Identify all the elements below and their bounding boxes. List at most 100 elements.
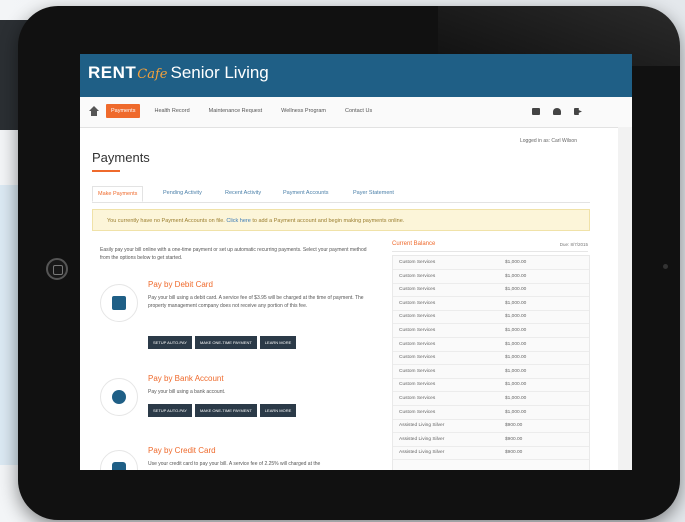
balance-row-label: Custom Services: [399, 273, 436, 279]
balance-row-amount: $1,000.00: [505, 260, 527, 265]
current-balance-panel: Current Balance Due: 8/7/2015 Custom Ser…: [392, 241, 590, 470]
balance-row-label: Custom Services: [399, 382, 436, 388]
payment-tabs: Make Payments Pending Activity Recent Ac…: [92, 186, 590, 203]
balance-row: Custom Services $1,000.00: [393, 406, 589, 420]
main-nav: Payments Health Record Maintenance Reque…: [80, 97, 632, 128]
intro-text: Easily pay your bill online with a one-t…: [100, 247, 367, 261]
balance-table: Custom Services $1,000.00 Custom Services $…: [392, 255, 590, 470]
balance-row-label: Assisted Living Silver: [399, 436, 445, 442]
balance-row-amount: $1,000.00: [505, 300, 527, 306]
balance-row-label: Custom Services: [399, 328, 436, 333]
logged-in-text: Logged in as: Carl Wilson: [520, 138, 577, 144]
logo-rent: RENT: [88, 63, 137, 82]
balance-row-amount: $1,000.00: [505, 409, 527, 415]
balance-row-label: Custom Services: [399, 355, 436, 361]
title-underline: [92, 170, 120, 172]
home-icon[interactable]: [89, 106, 99, 116]
make-one-time-payment-button[interactable]: MAKE ONE-TIME PAYMENT: [194, 404, 257, 417]
logo-subtitle: Senior Living: [170, 63, 269, 82]
tab-recent-activity[interactable]: Recent Activity: [220, 186, 266, 200]
balance-row-amount: $900.00: [505, 423, 523, 429]
page-title: Payments: [92, 150, 150, 165]
balance-row-label: Custom Services: [399, 368, 436, 374]
learn-more-button[interactable]: LEARN MORE: [259, 404, 297, 417]
user-icon[interactable]: [553, 108, 561, 115]
setup-auto-pay-button[interactable]: SETUP AUTO-PAY: [148, 404, 192, 417]
nav-item-contact-us[interactable]: Contact Us: [340, 104, 377, 118]
balance-row: Custom Services $1,000.00: [393, 365, 589, 379]
balance-due-date: Due: 8/7/2015: [559, 242, 588, 247]
balance-divider: [392, 251, 588, 252]
balance-row-amount: $1,000.00: [505, 328, 527, 333]
balance-row-label: Custom Services: [399, 260, 436, 265]
balance-row-amount: $1,000.00: [505, 287, 527, 293]
balance-row-label: Custom Services: [399, 314, 436, 320]
balance-row: Custom Services $1,000.00: [393, 283, 589, 298]
balance-row: Custom Services $1,000.00: [393, 338, 589, 352]
alert-text-after: to add a Payment account and begin makin…: [250, 218, 405, 224]
balance-row: Custom Services $1,000.00: [393, 378, 589, 393]
method-buttons: SETUP AUTO-PAY MAKE ONE-TIME PAYMENT LEA…: [148, 336, 297, 349]
balance-row: Custom Services $1,000.00: [393, 270, 589, 284]
camera-icon: [663, 264, 668, 269]
balance-row-amount: $1,000.00: [505, 382, 527, 388]
balance-row-label: Custom Services: [399, 396, 436, 401]
balance-row: Assisted Living Silver $900.00: [393, 419, 589, 434]
nav-items: Payments Health Record Maintenance Reque…: [106, 104, 377, 118]
balance-row: Assisted Living Silver $900.00: [393, 446, 589, 461]
nav-item-payments[interactable]: Payments: [106, 104, 141, 118]
tab-payment-accounts[interactable]: Payment Accounts: [278, 186, 334, 200]
alert-click-here-link[interactable]: Click here: [226, 218, 250, 224]
brand-logo[interactable]: RENTCafe Senior Living: [88, 63, 269, 83]
balance-row: Custom Services $1,000.00: [393, 297, 589, 311]
method-description: Pay your bill using a bank account.: [148, 389, 226, 395]
make-one-time-payment-button[interactable]: MAKE ONE-TIME PAYMENT: [194, 336, 257, 349]
balance-row-amount: $900.00: [505, 450, 523, 456]
sign-out-icon[interactable]: [574, 108, 582, 115]
method-title[interactable]: Pay by Bank Account: [148, 374, 224, 383]
home-button-icon[interactable]: [46, 258, 68, 280]
balance-row-amount: $900.00: [505, 436, 523, 442]
credit-card-icon-circle: [100, 450, 138, 470]
tab-make-payments[interactable]: Make Payments: [92, 186, 144, 202]
nav-item-maintenance-request[interactable]: Maintenance Request: [204, 104, 268, 118]
balance-row: Custom Services $1,000.00: [393, 310, 589, 325]
method-buttons: SETUP AUTO-PAY MAKE ONE-TIME PAYMENT LEA…: [148, 404, 297, 417]
debit-card-icon: [112, 296, 126, 310]
no-accounts-alert: You currently have no Payment Accounts o…: [92, 209, 590, 231]
balance-row-label: Custom Services: [399, 409, 436, 415]
tab-pending-activity[interactable]: Pending Activity: [158, 186, 207, 200]
balance-row: Custom Services $1,000.00: [393, 256, 589, 270]
right-scrollbar[interactable]: [618, 127, 632, 470]
folder-icon[interactable]: [532, 108, 540, 115]
credit-card-icon: [112, 462, 126, 470]
method-title[interactable]: Pay by Debit Card: [148, 280, 213, 289]
app-header: RENTCafe Senior Living: [80, 54, 632, 97]
balance-row-label: Custom Services: [399, 287, 436, 293]
bank-account-icon-circle: [100, 378, 138, 416]
tablet-screen: RENTCafe Senior Living Payments Health Re…: [80, 54, 632, 470]
balance-row-amount: $1,000.00: [505, 368, 527, 374]
balance-row-label: Custom Services: [399, 341, 436, 347]
balance-row-label: Custom Services: [399, 300, 436, 306]
balance-row-label: Assisted Living Silver: [399, 423, 445, 429]
learn-more-button[interactable]: LEARN MORE: [259, 336, 297, 349]
method-debit-card: Pay by Debit Card Pay your bill using a …: [100, 280, 390, 354]
nav-item-health-record[interactable]: Health Record: [149, 104, 194, 118]
bank-account-icon: [112, 390, 126, 404]
tab-payer-statement[interactable]: Payer Statement: [348, 186, 399, 200]
setup-auto-pay-button[interactable]: SETUP AUTO-PAY: [148, 336, 192, 349]
nav-item-wellness-program[interactable]: Wellness Program: [276, 104, 331, 118]
debit-card-icon-circle: [100, 284, 138, 322]
balance-row-amount: $1,000.00: [505, 341, 527, 347]
balance-row-amount: $1,000.00: [505, 273, 527, 279]
balance-row-label: Assisted Living Silver: [399, 450, 445, 456]
method-description: Use your credit card to pay your bill. A…: [148, 461, 321, 467]
method-credit-card: Pay by Credit Card Use your credit card …: [100, 446, 390, 470]
method-title[interactable]: Pay by Credit Card: [148, 446, 216, 455]
balance-row-amount: $1,000.00: [505, 396, 527, 401]
method-description: Pay your bill using a debit card. A serv…: [148, 295, 364, 309]
logo-cafe: Cafe: [137, 67, 168, 82]
balance-row-amount: $1,000.00: [505, 355, 527, 361]
method-bank-account: Pay by Bank Account Pay your bill using …: [100, 374, 390, 434]
